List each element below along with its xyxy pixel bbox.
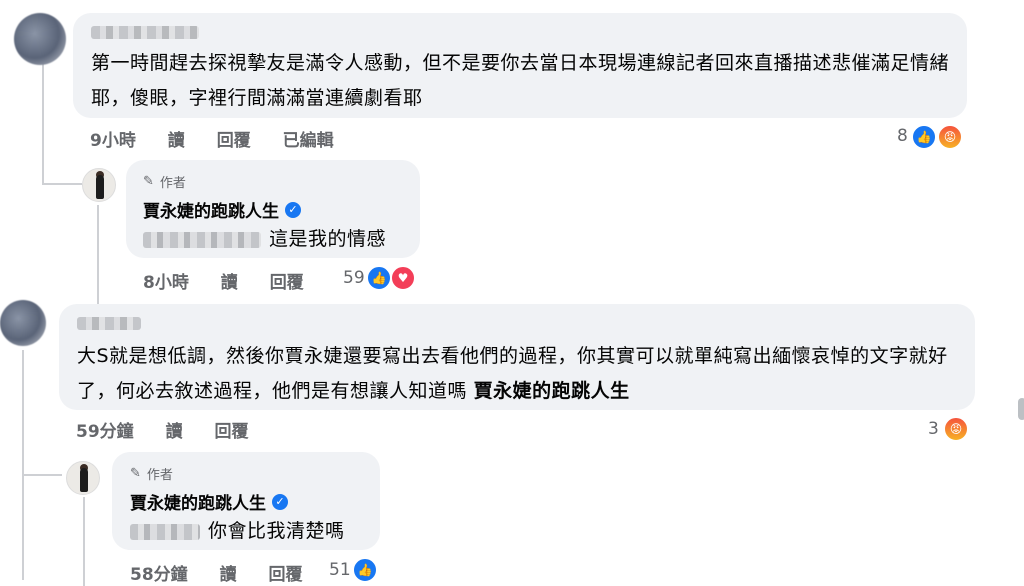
reply-meta: 8小時 讀 回覆 [143,268,330,293]
commenter-name-blurred[interactable] [77,317,141,330]
comment-text: 大S就是想低調，然後你賈永婕還要寫出去看他們的過程，你其實可以就單純寫出緬懷哀悼… [77,345,948,402]
reaction-count[interactable]: 51 [329,560,351,580]
pencil-icon: ✎ [143,174,154,189]
comment-text: 第一時間趕去探視摯友是滿令人感動，但不是要你去當日本現場連線記者回來直播描述悲催… [91,52,950,109]
angry-icon: 😡 [937,124,963,150]
thread-connector [22,474,62,476]
commenter-name-blurred[interactable] [91,26,199,39]
reply-button[interactable]: 回覆 [215,422,249,442]
comment-meta: 59分鐘 讀 回覆 [76,417,275,442]
like-icon: 👍 [911,124,937,150]
reply-button[interactable]: 回覆 [270,273,304,293]
like-icon: 👍 [352,557,378,583]
comment-meta: 9小時 讀 回覆 已編輯 [90,126,360,151]
read-button[interactable]: 讀 [221,273,238,293]
thread-line [22,350,24,580]
pencil-icon: ✎ [130,466,141,481]
reply-button[interactable]: 回覆 [217,131,251,151]
reply-time[interactable]: 8小時 [143,273,189,293]
comment-bubble: 大S就是想低調，然後你賈永婕還要寫出去看他們的過程，你其實可以就單純寫出緬懷哀悼… [59,304,975,410]
reaction-count[interactable]: 59 [343,268,365,288]
comment-time[interactable]: 9小時 [90,131,136,151]
read-button[interactable]: 讀 [168,131,185,151]
author-tag: ✎ 作者 [143,172,186,191]
thread-line [42,60,44,185]
author-tag-label: 作者 [159,176,186,191]
author-name-label: 賈永婕的跑跳人生 [143,202,279,222]
mention-blurred[interactable] [130,523,200,540]
avatar[interactable] [82,168,116,202]
edited-label: 已編輯 [282,131,334,151]
verified-badge-icon: ✓ [272,493,288,510]
author-name[interactable]: 賈永婕的跑跳人生 ✓ [130,489,288,514]
avatar[interactable] [14,13,66,65]
reply-bubble: ✎ 作者 賈永婕的跑跳人生 ✓ 這是我的情感 [126,160,420,258]
avatar[interactable] [66,461,100,495]
reply-text: 你會比我清楚嗎 [130,516,345,543]
thread-line [97,205,99,305]
read-button[interactable]: 讀 [166,422,183,442]
comment-bubble: 第一時間趕去探視摯友是滿令人感動，但不是要你去當日本現場連線記者回來直播描述悲催… [73,13,967,118]
love-icon: ♥ [390,265,416,291]
read-button[interactable]: 讀 [220,565,237,585]
reply-bubble: ✎ 作者 賈永婕的跑跳人生 ✓ 你會比我清楚嗎 [112,452,380,550]
reply-meta: 58分鐘 讀 回覆 [130,560,329,585]
avatar[interactable] [0,300,46,346]
reaction-count[interactable]: 8 [897,126,908,146]
author-name[interactable]: 賈永婕的跑跳人生 ✓ [143,197,301,222]
mention-blurred[interactable] [143,231,261,248]
author-tag-label: 作者 [146,468,173,483]
verified-badge-icon: ✓ [285,201,301,218]
reply-button[interactable]: 回覆 [269,565,303,585]
mention-link[interactable]: 賈永婕的跑跳人生 [474,380,630,402]
reply-text: 這是我的情感 [143,224,386,251]
author-name-label: 賈永婕的跑跳人生 [130,494,266,514]
reaction-count[interactable]: 3 [928,419,939,439]
angry-icon: 😡 [943,416,969,442]
author-tag: ✎ 作者 [130,464,173,483]
reply-time[interactable]: 58分鐘 [130,565,188,585]
like-icon: 👍 [366,265,392,291]
thread-connector [42,183,82,185]
scroll-handle[interactable] [1018,398,1024,420]
comment-time[interactable]: 59分鐘 [76,422,134,442]
thread-line [83,497,85,586]
